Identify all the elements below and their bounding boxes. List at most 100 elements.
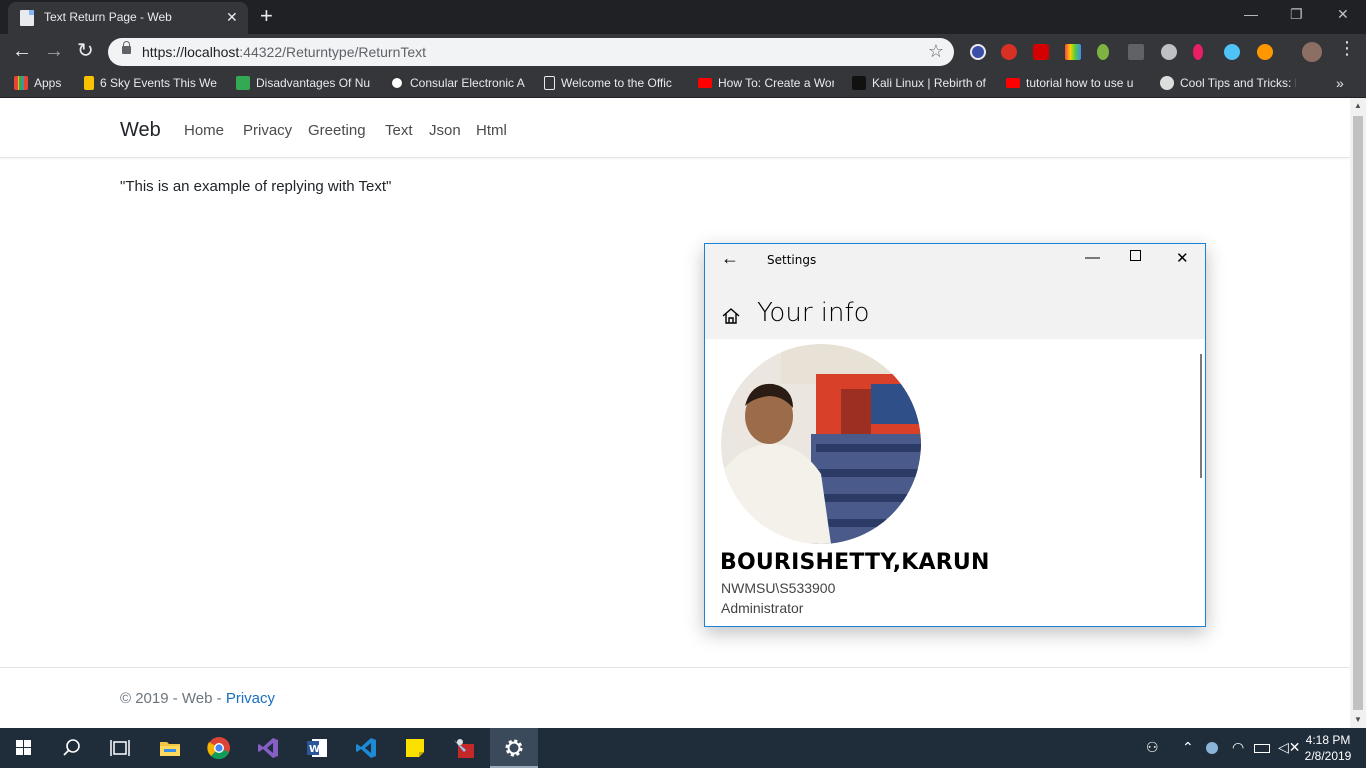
show-hidden-icons-chevron-icon[interactable]: ⌃ bbox=[1182, 739, 1194, 756]
avatar bbox=[721, 344, 921, 544]
bookmark-item[interactable]: Welcome to the Offic bbox=[544, 76, 680, 90]
recycle-icon bbox=[236, 76, 250, 90]
back-arrow-icon[interactable]: ← bbox=[721, 248, 739, 269]
nav-link-html[interactable]: Html bbox=[476, 122, 507, 139]
address-bar[interactable]: https://localhost:44322/Returntype/Retur… bbox=[108, 38, 954, 66]
extension-icon[interactable] bbox=[1128, 44, 1144, 60]
settings-gear-icon bbox=[505, 739, 523, 757]
scroll-down-arrow-icon[interactable]: ▼ bbox=[1354, 715, 1362, 724]
extension-icon[interactable] bbox=[1257, 44, 1273, 60]
adblock-icon[interactable] bbox=[1033, 44, 1049, 60]
scroll-up-arrow-icon[interactable]: ▲ bbox=[1354, 101, 1362, 110]
bookmark-item[interactable]: Consular Electronic A bbox=[390, 76, 526, 90]
page-title: Your info bbox=[757, 298, 870, 328]
nav-link-text[interactable]: Text bbox=[385, 122, 413, 139]
vscode-icon[interactable] bbox=[354, 736, 378, 760]
tab-close-icon[interactable]: ✕ bbox=[226, 8, 238, 26]
settings-taskbar-button[interactable] bbox=[490, 728, 538, 768]
lock-icon[interactable] bbox=[122, 41, 131, 54]
new-tab-button[interactable]: + bbox=[260, 4, 273, 28]
nat-geo-icon bbox=[84, 76, 94, 90]
browser-tab[interactable]: Text Return Page - Web ✕ bbox=[8, 2, 248, 34]
chrome-icon[interactable] bbox=[207, 736, 231, 760]
file-explorer-icon[interactable] bbox=[158, 736, 182, 760]
word-icon[interactable]: W bbox=[305, 736, 329, 760]
settings-scrollbar[interactable] bbox=[1200, 354, 1202, 478]
scroll-thumb[interactable] bbox=[1353, 116, 1363, 710]
footer-text: © 2019 - Web - Privacy bbox=[120, 690, 276, 707]
circle-site-icon bbox=[1160, 76, 1174, 90]
home-icon[interactable] bbox=[721, 306, 741, 326]
forward-arrow-icon[interactable]: → bbox=[44, 40, 64, 62]
bookmark-item[interactable]: Cool Tips and Tricks: I bbox=[1160, 76, 1296, 90]
browser-tab-strip: Text Return Page - Web ✕ + — ❐ ✕ bbox=[0, 0, 1366, 34]
bookmark-apps[interactable]: Apps bbox=[14, 76, 61, 90]
user-display-name: BOURISHETTY,KARUN bbox=[720, 550, 990, 575]
settings-header: ← Settings — ✕ Your info bbox=[705, 244, 1205, 339]
minimize-icon[interactable]: — bbox=[1244, 4, 1258, 24]
url-text[interactable]: https://localhost:44322/Returntype/Retur… bbox=[142, 44, 426, 60]
volume-muted-icon[interactable]: ◁✕ bbox=[1278, 739, 1301, 756]
extension-icon[interactable] bbox=[1065, 44, 1081, 60]
clock-date: 2/8/2019 bbox=[1304, 749, 1352, 763]
nav-link-home[interactable]: Home bbox=[184, 122, 224, 139]
youtube-icon bbox=[698, 78, 712, 88]
clock-time: 4:18 PM bbox=[1305, 733, 1351, 747]
bookmark-item[interactable]: Disadvantages Of Nu bbox=[236, 76, 372, 90]
nav-link-json[interactable]: Json bbox=[429, 122, 461, 139]
back-arrow-icon[interactable]: ← bbox=[12, 40, 32, 62]
footer-privacy-link[interactable]: Privacy bbox=[226, 690, 275, 707]
close-window-icon[interactable]: ✕ bbox=[1337, 4, 1349, 24]
browser-menu-icon[interactable]: ⋮ bbox=[1338, 38, 1356, 59]
nav-link-greeting[interactable]: Greeting bbox=[308, 122, 366, 139]
site-brand[interactable]: Web bbox=[120, 119, 161, 142]
nav-link-privacy[interactable]: Privacy bbox=[243, 122, 292, 139]
task-view-icon[interactable] bbox=[108, 736, 132, 760]
bookmark-item[interactable]: How To: Create a Wor bbox=[698, 76, 834, 90]
extension-icon[interactable] bbox=[1097, 44, 1109, 60]
document-icon bbox=[544, 76, 555, 90]
sticky-notes-icon[interactable] bbox=[403, 736, 427, 760]
restore-icon[interactable]: ❐ bbox=[1290, 4, 1303, 24]
youtube-icon bbox=[1006, 78, 1020, 88]
windows-taskbar: W ⚇ ⌃ ◠ ◁✕ 4:18 PM 2/8/2019 bbox=[0, 728, 1366, 768]
reload-icon[interactable]: ↻ bbox=[77, 40, 94, 62]
close-icon[interactable]: ✕ bbox=[1176, 249, 1189, 267]
people-icon[interactable]: ⚇ bbox=[1146, 739, 1159, 756]
bookmark-item[interactable]: tutorial how to use u bbox=[1006, 76, 1142, 90]
page-scrollbar[interactable]: ▲ ▼ bbox=[1350, 98, 1366, 728]
start-windows-icon[interactable] bbox=[16, 740, 32, 756]
svg-text:W: W bbox=[309, 744, 320, 755]
extension-icon[interactable] bbox=[1193, 44, 1203, 60]
extension-icon[interactable] bbox=[1161, 44, 1177, 60]
apps-grid-icon bbox=[14, 76, 28, 90]
seal-icon bbox=[390, 76, 404, 90]
taskbar-clock[interactable]: 4:18 PM 2/8/2019 bbox=[1300, 732, 1356, 764]
battery-icon[interactable] bbox=[1254, 744, 1270, 753]
bookmarks-bar: Apps 6 Sky Events This We Disadvantages … bbox=[0, 70, 1366, 98]
user-account-id: NWMSU\S533900 bbox=[721, 580, 836, 596]
more-bookmarks-chevron-icon[interactable]: » bbox=[1336, 75, 1344, 91]
visual-studio-icon[interactable] bbox=[256, 736, 280, 760]
page-favicon-icon bbox=[20, 10, 34, 26]
paint-icon[interactable] bbox=[452, 736, 476, 760]
bookmark-item[interactable]: Kali Linux | Rebirth of bbox=[852, 76, 988, 90]
bookmark-item[interactable]: 6 Sky Events This We bbox=[84, 76, 218, 90]
extension-icon[interactable] bbox=[1224, 44, 1240, 60]
kali-dragon-icon bbox=[852, 76, 866, 90]
settings-window: ← Settings — ✕ Your info BOURISHETTY,KAR… bbox=[704, 243, 1206, 627]
window-title: Settings bbox=[767, 253, 817, 267]
wifi-icon[interactable]: ◠ bbox=[1232, 739, 1244, 756]
site-footer: © 2019 - Web - Privacy bbox=[0, 667, 1350, 728]
bookmark-star-icon[interactable]: ☆ bbox=[928, 41, 944, 62]
minimize-icon[interactable]: — bbox=[1085, 249, 1100, 266]
user-role: Administrator bbox=[721, 600, 804, 616]
onedrive-icon[interactable] bbox=[1206, 742, 1218, 754]
tab-title: Text Return Page - Web bbox=[44, 10, 172, 24]
site-navbar: Web Home Privacy Greeting Text Json Html bbox=[0, 98, 1350, 158]
extension-icon[interactable] bbox=[970, 44, 986, 60]
search-icon[interactable] bbox=[60, 736, 84, 760]
maximize-icon[interactable] bbox=[1130, 250, 1141, 261]
profile-avatar[interactable] bbox=[1302, 42, 1322, 62]
extension-icon[interactable] bbox=[1001, 44, 1017, 60]
